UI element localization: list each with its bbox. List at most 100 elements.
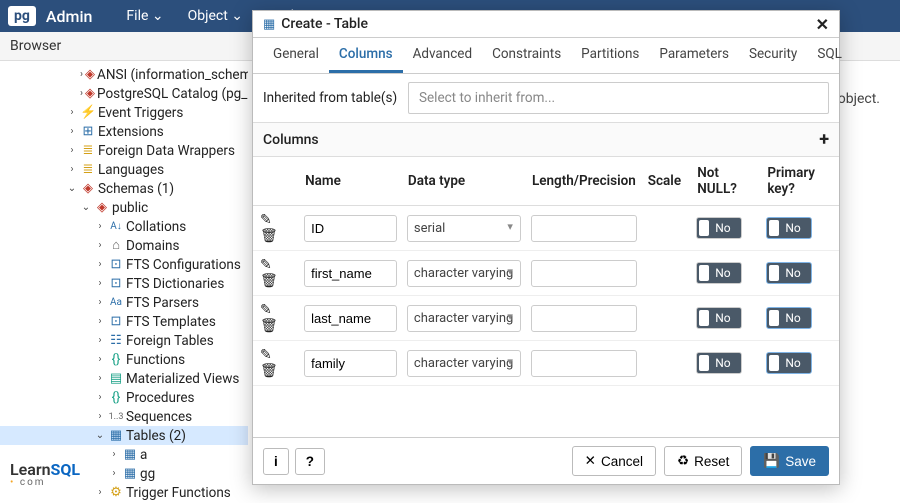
tree-expand-icon[interactable]: ›: [80, 65, 83, 85]
column-pk-toggle[interactable]: No: [766, 352, 811, 374]
col-header-notnull: Not NULL?: [691, 157, 761, 206]
tab-advanced[interactable]: Advanced: [403, 38, 483, 73]
menu-file[interactable]: File ⌄: [116, 2, 173, 30]
dialog-tabs: General Columns Advanced Constraints Par…: [253, 38, 839, 74]
column-length-input[interactable]: [531, 350, 637, 377]
tree-item[interactable]: Collations: [126, 217, 186, 237]
column-name-input[interactable]: [304, 350, 397, 377]
tab-columns[interactable]: Columns: [329, 38, 403, 73]
tree-item-tables[interactable]: Tables (2): [126, 426, 186, 446]
tree-item[interactable]: FTS Templates: [126, 312, 216, 332]
column-length-input[interactable]: [531, 260, 637, 287]
tree-expand-icon[interactable]: ›: [108, 464, 120, 484]
edit-row-button[interactable]: ✎: [258, 347, 274, 363]
tab-parameters[interactable]: Parameters: [649, 38, 739, 73]
tree-item[interactable]: Languages: [98, 160, 164, 180]
column-notnull-toggle[interactable]: No: [696, 307, 741, 329]
column-length-input[interactable]: [531, 305, 637, 332]
tree-expand-icon[interactable]: ›: [108, 445, 120, 465]
help-button[interactable]: ?: [295, 448, 325, 475]
column-name-input[interactable]: [304, 305, 397, 332]
tree-expand-icon[interactable]: ›: [80, 84, 83, 104]
tree-expand-icon[interactable]: ›: [94, 369, 106, 389]
fts-config-icon: ⊡: [108, 255, 124, 275]
delete-row-button[interactable]: 🗑: [258, 273, 280, 289]
tree-item[interactable]: Schemas (1): [98, 179, 174, 199]
tree-item[interactable]: a: [140, 445, 147, 465]
tab-constraints[interactable]: Constraints: [482, 38, 571, 73]
catalog-icon: ◈: [85, 84, 95, 104]
brand-text: Admin: [46, 7, 93, 26]
tree-item[interactable]: gg: [140, 464, 155, 484]
tree-item[interactable]: Event Triggers: [98, 103, 183, 123]
tree-item[interactable]: PostgreSQL Catalog (pg_c: [97, 84, 248, 104]
tree-item[interactable]: Functions: [126, 350, 185, 370]
tree-item[interactable]: Extensions: [98, 122, 164, 142]
tree-expand-icon[interactable]: ›: [94, 350, 106, 370]
column-row: ✎ 🗑 character varying No No: [253, 341, 839, 386]
tree-expand-icon[interactable]: ›: [66, 122, 78, 142]
tree-expand-icon[interactable]: ›: [66, 103, 78, 123]
tree-expand-icon[interactable]: ›: [94, 255, 106, 275]
tree-item[interactable]: Procedures: [126, 388, 195, 408]
reset-button[interactable]: ♻Reset: [664, 446, 742, 476]
tree-expand-icon[interactable]: ›: [94, 236, 106, 256]
column-notnull-toggle[interactable]: No: [696, 262, 741, 284]
column-pk-toggle[interactable]: No: [766, 262, 811, 284]
tree-item[interactable]: Sequences: [126, 407, 192, 427]
column-name-input[interactable]: [304, 215, 397, 242]
column-notnull-toggle[interactable]: No: [696, 217, 741, 239]
cancel-button[interactable]: ✕Cancel: [572, 446, 656, 476]
column-length-input[interactable]: [531, 215, 637, 242]
inherited-from-select[interactable]: Select to inherit from...: [408, 82, 829, 114]
column-pk-toggle[interactable]: No: [766, 307, 811, 329]
tree-expand-icon[interactable]: ›: [94, 217, 106, 237]
column-name-input[interactable]: [304, 260, 397, 287]
save-button[interactable]: 💾Save: [750, 446, 829, 476]
tree-item[interactable]: Foreign Tables: [126, 331, 214, 351]
tree-expand-icon[interactable]: ›: [66, 141, 78, 161]
close-button[interactable]: ✕: [816, 15, 829, 34]
tree-item[interactable]: Materialized Views: [126, 369, 239, 389]
tab-general[interactable]: General: [263, 38, 329, 73]
tree-expand-icon[interactable]: ›: [94, 331, 106, 351]
tree-expand-icon[interactable]: ›: [66, 160, 78, 180]
delete-row-button[interactable]: 🗑: [258, 228, 280, 244]
column-datatype-select[interactable]: character varying: [407, 305, 521, 332]
col-header-length: Length/Precision: [526, 157, 642, 206]
edit-row-button[interactable]: ✎: [258, 257, 274, 273]
tab-security[interactable]: Security: [739, 38, 807, 73]
tree-item[interactable]: FTS Parsers: [126, 293, 199, 313]
tab-partitions[interactable]: Partitions: [571, 38, 649, 73]
info-button[interactable]: i: [263, 448, 289, 475]
tree-item[interactable]: public: [112, 198, 148, 218]
tree-expand-icon[interactable]: ›: [94, 293, 106, 313]
tree-item[interactable]: FTS Dictionaries: [126, 274, 224, 294]
tree-item[interactable]: ANSI (information_schem: [97, 65, 248, 85]
procedures-icon: {}: [108, 388, 124, 408]
delete-row-button[interactable]: 🗑: [258, 363, 280, 379]
sequences-icon: 1..3: [108, 407, 124, 427]
column-notnull-toggle[interactable]: No: [696, 352, 741, 374]
brand-logo-box: pg: [8, 6, 36, 26]
tree-item[interactable]: Domains: [126, 236, 179, 256]
delete-row-button[interactable]: 🗑: [258, 318, 280, 334]
tree-expand-icon[interactable]: ›: [94, 388, 106, 408]
tree-collapse-icon[interactable]: ⌄: [80, 198, 92, 218]
add-column-button[interactable]: +: [819, 129, 829, 150]
column-datatype-select[interactable]: character varying: [407, 260, 521, 287]
tree-expand-icon[interactable]: ›: [94, 407, 106, 427]
tree-collapse-icon[interactable]: ⌄: [94, 426, 106, 446]
column-pk-toggle[interactable]: No: [766, 217, 811, 239]
tree-collapse-icon[interactable]: ⌄: [66, 179, 78, 199]
tab-sql[interactable]: SQL: [807, 38, 852, 73]
tree-item[interactable]: Foreign Data Wrappers: [98, 141, 235, 161]
tree-expand-icon[interactable]: ›: [94, 312, 106, 332]
tree-item[interactable]: FTS Configurations: [126, 255, 241, 275]
edit-row-button[interactable]: ✎: [258, 212, 274, 228]
tree-expand-icon[interactable]: ›: [94, 274, 106, 294]
menu-object[interactable]: Object ⌄: [178, 2, 253, 30]
column-datatype-select[interactable]: serial: [407, 215, 521, 242]
edit-row-button[interactable]: ✎: [258, 302, 274, 318]
column-datatype-select[interactable]: character varying: [407, 350, 521, 377]
